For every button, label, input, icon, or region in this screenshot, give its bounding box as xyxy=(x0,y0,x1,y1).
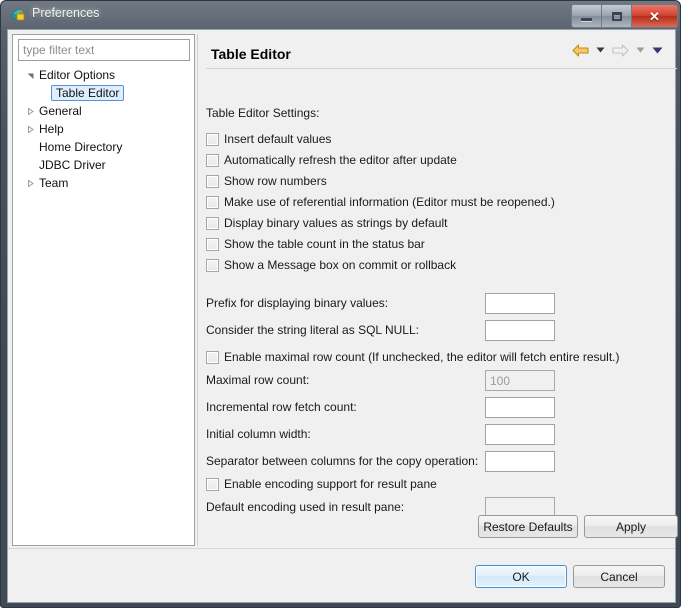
dialog-client-area: Editor Options Table Editor General Help xyxy=(7,29,678,603)
checkbox-box-icon[interactable] xyxy=(206,195,219,209)
tree-item-label: Editor Options xyxy=(39,67,116,82)
filter-input[interactable] xyxy=(18,39,190,61)
section-label: Table Editor Settings: xyxy=(206,106,320,120)
checkbox-enable-encoding-support[interactable]: Enable encoding support for result pane xyxy=(206,475,437,493)
preference-page: Table Editor Table Editor Settings: Inse… xyxy=(197,34,678,546)
checkbox-label: Make use of referential information (Edi… xyxy=(224,195,555,209)
field-initial-column-width: Initial column width: xyxy=(206,424,671,446)
incremental-row-fetch-count-input[interactable] xyxy=(485,397,555,418)
window-title: Preferences xyxy=(32,6,100,20)
close-button[interactable]: ✕ xyxy=(632,5,677,27)
checkbox-box-icon[interactable] xyxy=(206,216,219,230)
checkbox-box-icon[interactable] xyxy=(206,350,219,364)
title-divider xyxy=(206,68,677,69)
field-label: Incremental row fetch count: xyxy=(206,400,357,414)
collapsed-twisty-icon[interactable] xyxy=(23,174,37,192)
preferences-window: Preferences ✕ Editor Options xyxy=(0,0,681,608)
field-label: Prefix for displaying binary values: xyxy=(206,296,389,310)
tree-item-table-editor[interactable]: Table Editor xyxy=(13,84,194,102)
back-history-chevron-down-icon[interactable] xyxy=(594,42,606,58)
tree-item-label: General xyxy=(39,103,82,118)
checkbox-box-icon[interactable] xyxy=(206,153,219,167)
close-icon: ✕ xyxy=(649,8,660,24)
checkbox-label: Enable encoding support for result pane xyxy=(224,477,437,491)
forward-history-chevron-down-icon xyxy=(634,42,646,58)
field-label: Separator between columns for the copy o… xyxy=(206,454,479,468)
tree-item-label: Team xyxy=(39,175,69,190)
back-arrow-icon[interactable] xyxy=(571,42,589,58)
tree-item-team[interactable]: Team xyxy=(13,174,194,192)
checkbox-box-icon[interactable] xyxy=(206,237,219,251)
tree-item-jdbc-driver[interactable]: JDBC Driver xyxy=(13,156,194,174)
collapsed-twisty-icon[interactable] xyxy=(23,102,37,120)
expanded-twisty-icon[interactable] xyxy=(23,66,37,84)
checkbox-box-icon[interactable] xyxy=(206,174,219,188)
checkbox-label: Show the table count in the status bar xyxy=(224,237,425,251)
maximal-row-count-input xyxy=(485,370,555,391)
tree-item-label: JDBC Driver xyxy=(39,157,106,172)
checkbox-box-icon[interactable] xyxy=(206,477,219,491)
tree-item-editor-options[interactable]: Editor Options xyxy=(13,66,194,84)
apply-button[interactable]: Apply xyxy=(584,515,678,538)
checkbox-box-icon[interactable] xyxy=(206,132,219,146)
field-label: Initial column width: xyxy=(206,427,311,441)
minimize-button[interactable] xyxy=(572,5,602,27)
window-controls: ✕ xyxy=(571,4,678,28)
field-label: Default encoding used in result pane: xyxy=(206,500,405,514)
tree-item-home-directory[interactable]: Home Directory xyxy=(13,138,194,156)
checkbox-label: Automatically refresh the editor after u… xyxy=(224,153,457,167)
maximize-icon xyxy=(611,11,622,21)
checkbox-label: Show a Message box on commit or rollback xyxy=(224,258,457,272)
restore-defaults-button[interactable]: Restore Defaults xyxy=(478,515,578,538)
field-label: Consider the string literal as SQL NULL: xyxy=(206,323,419,337)
tree-item-help[interactable]: Help xyxy=(13,120,194,138)
page-title: Table Editor xyxy=(211,46,291,62)
tree-item-label: Home Directory xyxy=(39,139,123,154)
tree-item-label: Table Editor xyxy=(51,85,125,101)
string-literal-sql-null-input[interactable] xyxy=(485,320,555,341)
field-label: Maximal row count: xyxy=(206,373,310,387)
checkbox-referential-information[interactable]: Make use of referential information (Edi… xyxy=(206,193,555,211)
preferences-tree-panel: Editor Options Table Editor General Help xyxy=(12,34,195,546)
page-nav-toolbar xyxy=(571,42,663,58)
checkbox-label: Enable maximal row count (If unchecked, … xyxy=(224,350,620,364)
checkbox-label: Insert default values xyxy=(224,132,332,146)
checkbox-label: Show row numbers xyxy=(224,174,327,188)
preferences-lock-icon xyxy=(10,6,27,23)
tree-item-label: Help xyxy=(39,121,64,136)
checkbox-display-binary-as-strings[interactable]: Display binary values as strings by defa… xyxy=(206,214,447,232)
collapsed-twisty-icon[interactable] xyxy=(23,120,37,138)
field-maximal-row-count: Maximal row count: xyxy=(206,370,671,392)
checkbox-show-row-numbers[interactable]: Show row numbers xyxy=(206,172,327,190)
titlebar[interactable]: Preferences ✕ xyxy=(1,1,680,29)
checkbox-enable-maximal-row-count[interactable]: Enable maximal row count (If unchecked, … xyxy=(206,348,620,366)
footer-divider xyxy=(8,548,675,549)
preferences-tree: Editor Options Table Editor General Help xyxy=(13,66,194,192)
checkbox-label: Display binary values as strings by defa… xyxy=(224,216,448,230)
checkbox-show-table-count[interactable]: Show the table count in the status bar xyxy=(206,235,425,253)
field-copy-separator: Separator between columns for the copy o… xyxy=(206,451,671,473)
ok-button[interactable]: OK xyxy=(475,565,567,588)
maximize-button[interactable] xyxy=(602,5,632,27)
field-prefix-binary-values: Prefix for displaying binary values: xyxy=(206,293,671,315)
copy-separator-input[interactable] xyxy=(485,451,555,472)
checkbox-insert-default-values[interactable]: Insert default values xyxy=(206,130,331,148)
minimize-icon xyxy=(581,17,592,21)
field-incremental-row-fetch-count: Incremental row fetch count: xyxy=(206,397,671,419)
checkbox-auto-refresh-editor[interactable]: Automatically refresh the editor after u… xyxy=(206,151,457,169)
prefix-binary-values-input[interactable] xyxy=(485,293,555,314)
pane-divider xyxy=(197,34,198,546)
initial-column-width-input[interactable] xyxy=(485,424,555,445)
forward-arrow-icon xyxy=(611,42,629,58)
cancel-button[interactable]: Cancel xyxy=(573,565,665,588)
checkbox-show-message-box-on-commit[interactable]: Show a Message box on commit or rollback xyxy=(206,256,456,274)
view-menu-chevron-down-icon[interactable] xyxy=(651,42,663,58)
checkbox-box-icon[interactable] xyxy=(206,258,219,272)
tree-item-general[interactable]: General xyxy=(13,102,194,120)
field-string-literal-sql-null: Consider the string literal as SQL NULL: xyxy=(206,320,671,342)
